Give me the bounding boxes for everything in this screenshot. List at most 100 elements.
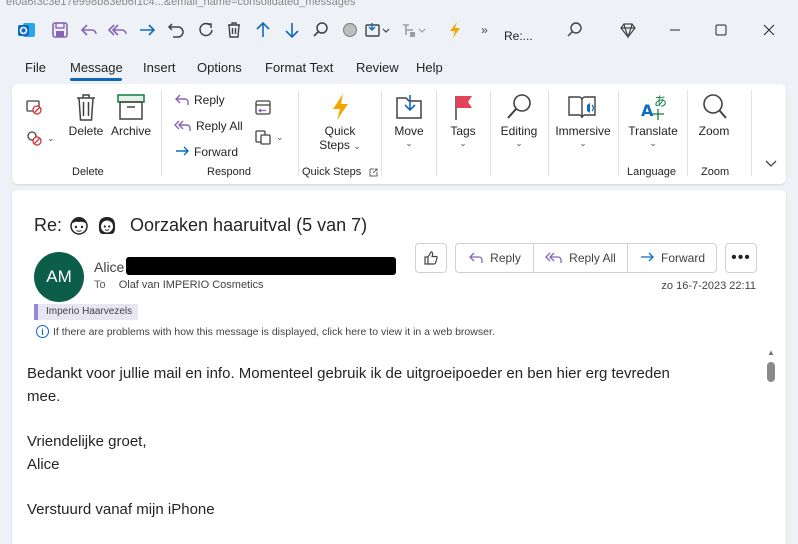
category-tag[interactable]: Imperio Haarvezels [34,304,139,320]
arrow-up-icon[interactable] [248,16,277,44]
flag-icon [455,96,472,120]
editing-label: Editing [500,124,538,138]
reply-action-label: Reply [490,251,521,265]
zoom-group-label: Zoom [701,166,730,178]
message-subject: Re: Oorzaken haaruitval (5 van 7) [34,214,367,236]
translate-button[interactable]: Aあ Translate ⌄ [624,90,682,149]
steps-label: Steps [319,138,350,152]
rules-icon[interactable] [398,16,427,44]
reply-icon[interactable] [74,16,103,44]
subject-prefix: Re: [34,214,63,235]
sender-name[interactable]: Alice [94,259,124,275]
move-folder-icon [396,95,422,119]
reply-button[interactable]: Reply [174,92,225,108]
editing-button[interactable]: Editing ⌄ [496,90,542,149]
scrollbar[interactable]: ▲ [764,348,778,544]
redo-icon[interactable] [190,16,219,44]
tab-insert[interactable]: Insert [143,60,176,75]
archive-button[interactable]: Archive [108,90,154,138]
avatar[interactable]: AM [34,252,84,302]
forward-label: Forward [194,145,239,159]
delete-label: Delete [68,124,104,138]
tags-button[interactable]: Tags ⌄ [443,90,483,149]
cleanup-button[interactable]: ⌄ [25,129,55,147]
tags-label: Tags [450,124,476,138]
more-respond-button[interactable]: ⌄ [254,128,284,146]
reply-all-action-button[interactable]: Reply All [533,244,627,272]
url-fragment: ef0a6f3c3e17e998b83eb6f1c4...&email_name… [6,0,356,8]
immersive-label: Immersive [555,124,611,138]
quick-steps-group-label: Quick Steps [302,166,362,178]
close-icon[interactable] [746,16,792,44]
tab-options[interactable]: Options [197,60,242,75]
delete-group-label: Delete [72,166,104,178]
respond-group-label: Respond [207,166,252,178]
chevron-down-icon: ⌄ [515,138,523,148]
quick-steps-launcher-icon[interactable] [369,168,378,177]
message-pane: Re: Oorzaken haaruitval (5 van 7) AM Ali… [12,190,786,544]
recipient[interactable]: Olaf van IMPERIO Cosmetics [119,279,264,291]
search-icon[interactable] [560,16,589,44]
maximize-icon[interactable] [698,16,744,44]
emoji-woman-icon [98,217,116,234]
undo-icon[interactable] [161,16,190,44]
move-button[interactable]: Move ⌄ [389,90,429,149]
subject-text: Oorzaken haaruitval (5 van 7) [130,214,368,235]
svg-text:あ: あ [654,95,667,110]
meeting-reply-button[interactable] [254,98,272,116]
lightning-icon [333,94,348,120]
quick-steps-button[interactable]: Quick Steps ⌄ [318,90,362,152]
collapse-ribbon-icon[interactable] [765,160,777,168]
tab-file[interactable]: File [25,60,46,75]
save-icon[interactable] [45,16,74,44]
like-button[interactable] [415,243,447,273]
minimize-icon[interactable] [652,16,698,44]
more-actions-button[interactable]: ••• [725,243,757,273]
translate-label: Translate [628,124,678,138]
delete-button[interactable]: Delete [66,90,106,138]
zoom-button[interactable]: Zoom [694,90,734,138]
scroll-thumb[interactable] [767,362,775,382]
more-icon: ••• [731,249,751,266]
forward-action-button[interactable]: Forward [627,244,716,272]
reply-all-button[interactable]: Reply All [174,118,243,134]
reply-actions: Reply Reply All Forward [455,243,717,273]
chevron-down-icon: ⌄ [276,131,284,142]
scroll-up-icon[interactable]: ▲ [767,348,775,357]
tab-message[interactable]: Message [70,60,123,75]
outlook-logo-icon [12,16,41,44]
forward-icon [640,252,654,262]
tab-review[interactable]: Review [356,60,399,75]
circle-icon[interactable] [335,16,364,44]
cleanup-icon [27,131,42,146]
more-commands-icon[interactable]: » [470,16,499,44]
search-icon[interactable] [306,16,335,44]
forward-action-label: Forward [660,251,705,265]
arrow-down-icon[interactable] [277,16,306,44]
translate-icon: Aあ [641,95,667,120]
trash-icon [77,94,95,121]
tab-help[interactable]: Help [416,60,443,75]
reply-all-icon[interactable] [103,16,132,44]
move-folder-icon[interactable] [362,16,391,44]
reply-label: Reply [194,93,225,107]
diamond-icon[interactable] [613,16,642,44]
forward-button[interactable]: Forward [174,144,238,160]
window-title: Re:... [504,29,533,43]
forward-icon[interactable] [132,16,161,44]
immersive-reader-button[interactable]: Immersive ⌄ [552,90,614,149]
trash-icon[interactable] [219,16,248,44]
ribbon: ⌄ Delete Archive Delete Reply Reply All … [12,84,786,184]
chevron-down-icon: ⌄ [405,138,413,148]
info-bar[interactable]: i If there are problems with how this me… [36,325,495,338]
im-icon [255,130,271,145]
calendar-icon [255,100,271,115]
tab-format-text[interactable]: Format Text [265,60,333,75]
ribbon-tabs: File Message Insert Options Format Text … [0,56,798,82]
info-icon: i [36,325,49,338]
reply-action-button[interactable]: Reply [456,244,533,272]
language-group-label: Language [627,166,676,178]
lightning-icon[interactable] [440,16,469,44]
immersive-reader-icon [568,96,596,119]
ignore-button[interactable] [25,97,43,115]
